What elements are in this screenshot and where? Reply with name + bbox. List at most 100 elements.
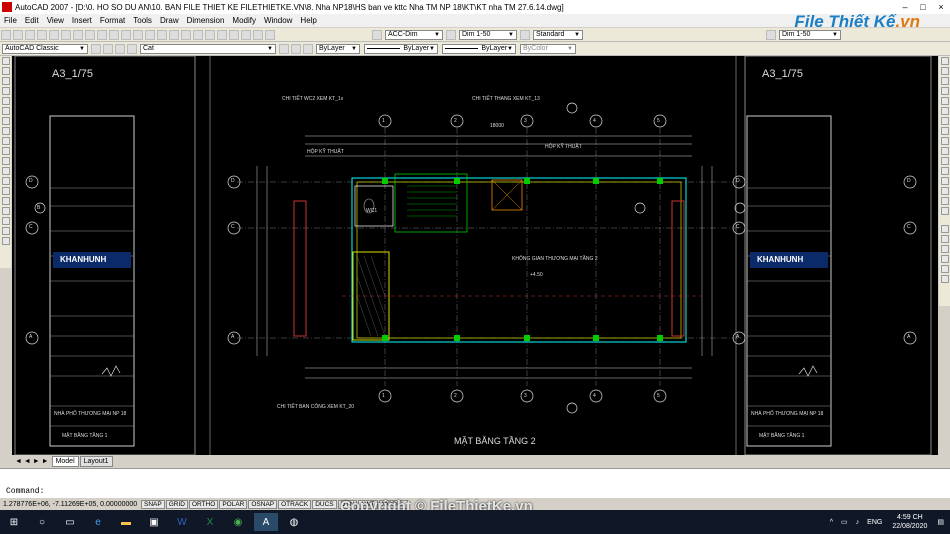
close-button[interactable]: × — [932, 2, 950, 12]
above-objects-icon[interactable] — [940, 255, 949, 263]
menu-file[interactable]: File — [0, 16, 21, 25]
open-icon[interactable] — [13, 29, 23, 40]
menu-format[interactable]: Format — [96, 16, 129, 25]
markup-icon[interactable] — [241, 29, 251, 40]
menu-draw[interactable]: Draw — [156, 16, 183, 25]
match-properties-icon[interactable] — [109, 29, 119, 40]
layer-state-icon[interactable] — [115, 43, 125, 54]
menu-insert[interactable]: Insert — [68, 16, 96, 25]
menu-dimension[interactable]: Dimension — [183, 16, 229, 25]
point-icon[interactable] — [1, 187, 10, 195]
drawing-area[interactable]: A3_1/75 A3_1/75 CHI TIẾT WC2 XEM KT_1x C… — [12, 56, 938, 455]
fillet-icon[interactable] — [940, 197, 949, 205]
copy-object-icon[interactable] — [940, 67, 949, 75]
trim-icon[interactable] — [940, 147, 949, 155]
new-icon[interactable] — [1, 29, 11, 40]
plot-icon[interactable] — [37, 29, 47, 40]
layer-manager-icon[interactable] — [103, 43, 113, 54]
text-style-select[interactable]: ACC-Dim ▼ — [385, 29, 443, 40]
otrack-toggle[interactable]: OTRACK — [278, 499, 312, 509]
search-icon[interactable]: ○ — [30, 513, 54, 531]
lineweight-select[interactable]: ByLayer ▼ — [442, 43, 516, 54]
text-front-icon[interactable] — [940, 275, 949, 283]
menu-modify[interactable]: Modify — [228, 16, 260, 25]
break-icon[interactable] — [940, 167, 949, 175]
save-icon[interactable] — [25, 29, 35, 40]
make-block-icon[interactable] — [1, 177, 10, 185]
pan-icon[interactable] — [145, 29, 155, 40]
layer-select[interactable]: Cat ▼ — [140, 43, 276, 54]
layer-walk-icon[interactable] — [303, 43, 313, 54]
hatch-icon[interactable] — [1, 197, 10, 205]
file-explorer-icon[interactable]: ▬ — [114, 513, 138, 531]
chrome-icon[interactable]: ◉ — [226, 513, 250, 531]
polyline-icon[interactable] — [1, 77, 10, 85]
join-icon[interactable] — [940, 177, 949, 185]
xline-icon[interactable] — [1, 67, 10, 75]
scale-icon[interactable] — [940, 127, 949, 135]
grid-toggle[interactable]: GRID — [165, 499, 188, 509]
redo-icon[interactable] — [133, 29, 143, 40]
properties-icon[interactable] — [193, 29, 203, 40]
zoom-window-icon[interactable] — [169, 29, 179, 40]
autocad-taskbar-icon[interactable]: A — [254, 513, 278, 531]
dim-style-select[interactable]: Dim 1-50 ▼ — [459, 29, 517, 40]
keyboard-language[interactable]: ENG — [867, 519, 882, 526]
revcloud-icon[interactable] — [1, 127, 10, 135]
line-icon[interactable] — [1, 57, 10, 65]
copy-icon[interactable] — [85, 29, 95, 40]
app-icon[interactable]: ◍ — [282, 513, 306, 531]
circle-icon[interactable] — [1, 117, 10, 125]
paste-icon[interactable] — [97, 29, 107, 40]
zoom-realtime-icon[interactable] — [157, 29, 167, 40]
lightbulb-icon[interactable] — [127, 43, 137, 54]
tab-model[interactable]: Model — [51, 456, 79, 467]
ellipse-arc-icon[interactable] — [1, 157, 10, 165]
edge-browser-icon[interactable]: e — [86, 513, 110, 531]
region-icon[interactable] — [1, 217, 10, 225]
offset-icon[interactable] — [940, 87, 949, 95]
draw-order-icon[interactable] — [940, 225, 949, 233]
menu-tools[interactable]: Tools — [129, 16, 156, 25]
menu-view[interactable]: View — [43, 16, 68, 25]
make-current-icon[interactable] — [279, 43, 289, 54]
insert-block-icon[interactable] — [1, 167, 10, 175]
explode-icon[interactable] — [940, 207, 949, 215]
windows-start-icon[interactable]: ⊞ — [2, 513, 26, 531]
preview-icon[interactable] — [49, 29, 59, 40]
snap-toggle[interactable]: SNAP — [141, 499, 165, 509]
plotstyle-select[interactable]: ByColor ▼ — [520, 43, 576, 54]
mleader-style-select[interactable]: Dim 1-50 ▼ — [779, 29, 841, 40]
ortho-toggle[interactable]: ORTHO — [188, 499, 219, 509]
minimize-button[interactable]: – — [896, 2, 914, 12]
tray-chevron-icon[interactable]: ^ — [830, 519, 833, 526]
workspace-select[interactable]: AutoCAD Classic ▼ — [2, 43, 88, 54]
extend-icon[interactable] — [940, 157, 949, 165]
polygon-icon[interactable] — [1, 87, 10, 95]
task-view-icon[interactable]: ▭ — [58, 513, 82, 531]
system-clock[interactable]: 4:59 CH 22/08/2020 — [892, 513, 927, 531]
spline-icon[interactable] — [1, 137, 10, 145]
array-icon[interactable] — [940, 97, 949, 105]
menu-window[interactable]: Window — [260, 16, 296, 25]
below-objects-icon[interactable] — [940, 265, 949, 273]
gradient-icon[interactable] — [1, 207, 10, 215]
help-icon[interactable] — [265, 29, 275, 40]
undo-icon[interactable] — [121, 29, 131, 40]
tab-nav-arrows[interactable]: ◄ ◄ ► ► — [15, 458, 49, 465]
osnap-toggle[interactable]: OSNAP — [248, 499, 278, 509]
excel-icon[interactable]: X — [198, 513, 222, 531]
notification-icon[interactable]: ▤ — [937, 518, 944, 526]
tool-palette-icon[interactable] — [217, 29, 227, 40]
network-icon[interactable]: ▭ — [841, 518, 848, 526]
bring-front-icon[interactable] — [940, 235, 949, 243]
ducs-toggle[interactable]: DUCS — [312, 499, 337, 509]
layer-previous-icon[interactable] — [291, 43, 301, 54]
publish-icon[interactable] — [61, 29, 71, 40]
store-icon[interactable]: ▣ — [142, 513, 166, 531]
sheet-set-icon[interactable] — [229, 29, 239, 40]
quickcalc-icon[interactable] — [253, 29, 263, 40]
menu-edit[interactable]: Edit — [21, 16, 43, 25]
zoom-previous-icon[interactable] — [181, 29, 191, 40]
design-center-icon[interactable] — [205, 29, 215, 40]
